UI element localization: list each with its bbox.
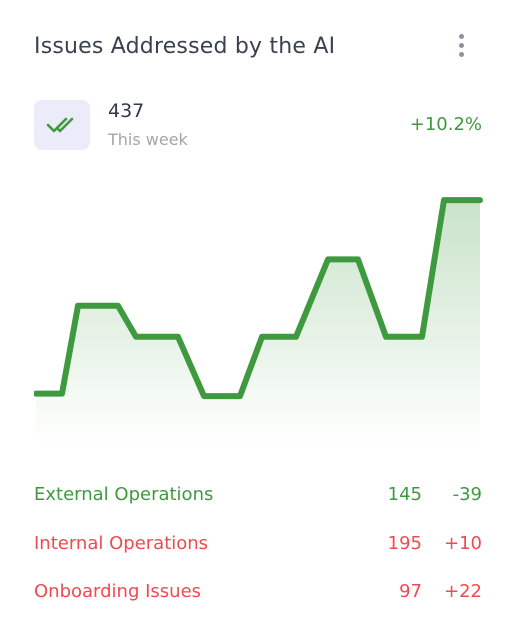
more-vertical-icon[interactable] xyxy=(452,32,472,60)
period-label: This week xyxy=(108,130,188,149)
breakdown-count: 97 xyxy=(399,581,422,602)
change-percent: +10.2% xyxy=(409,114,482,135)
breakdown-name: External Operations xyxy=(34,484,214,505)
breakdown-delta: -39 xyxy=(452,484,482,505)
issues-area-chart xyxy=(34,197,483,446)
breakdown-name: Internal Operations xyxy=(34,533,209,554)
breakdown-row: External Operations 145 -39 xyxy=(34,484,482,510)
breakdown-delta: +10 xyxy=(444,533,482,554)
breakdown-count: 145 xyxy=(387,484,422,505)
breakdown-row: Onboarding Issues 97 +22 xyxy=(34,581,482,607)
issues-total: 437 xyxy=(108,100,145,122)
breakdown-delta: +22 xyxy=(444,581,482,602)
breakdown-row: Internal Operations 195 +10 xyxy=(34,533,482,559)
double-check-icon xyxy=(34,100,90,150)
breakdown-name: Onboarding Issues xyxy=(34,581,202,602)
breakdown-count: 195 xyxy=(387,533,422,554)
card-title: Issues Addressed by the AI xyxy=(34,34,336,59)
issues-card: Issues Addressed by the AI 437 This week… xyxy=(0,0,512,634)
chart-area-fill xyxy=(36,200,480,446)
